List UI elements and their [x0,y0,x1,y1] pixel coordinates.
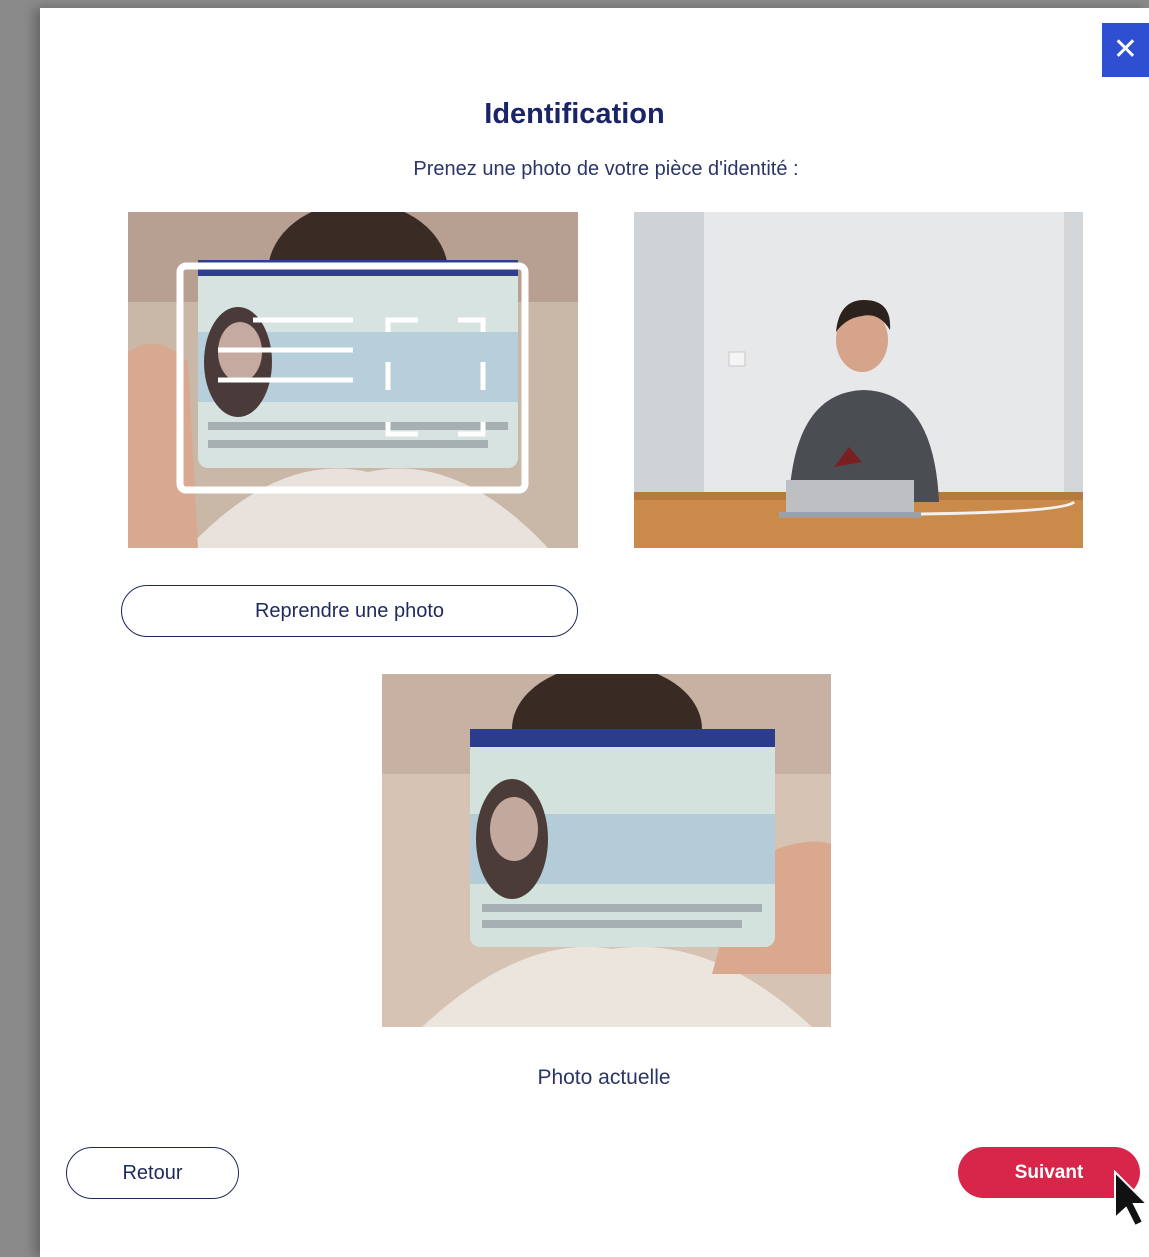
user-at-laptop-image [634,212,1083,548]
mouse-pointer-icon [1113,1169,1149,1233]
id-framing-guide-image [128,212,578,548]
close-icon: ✕ [1112,33,1139,66]
current-photo-caption: Photo actuelle [537,1066,671,1089]
dialog-title: Identification [484,98,665,130]
retake-photo-button[interactable]: Reprendre une photo [121,585,578,637]
current-photo [382,674,831,1027]
dialog-subtitle: Prenez une photo de votre pièce d'identi… [413,158,799,180]
back-button[interactable]: Retour [66,1147,239,1199]
close-button[interactable]: ✕ [1102,23,1149,77]
